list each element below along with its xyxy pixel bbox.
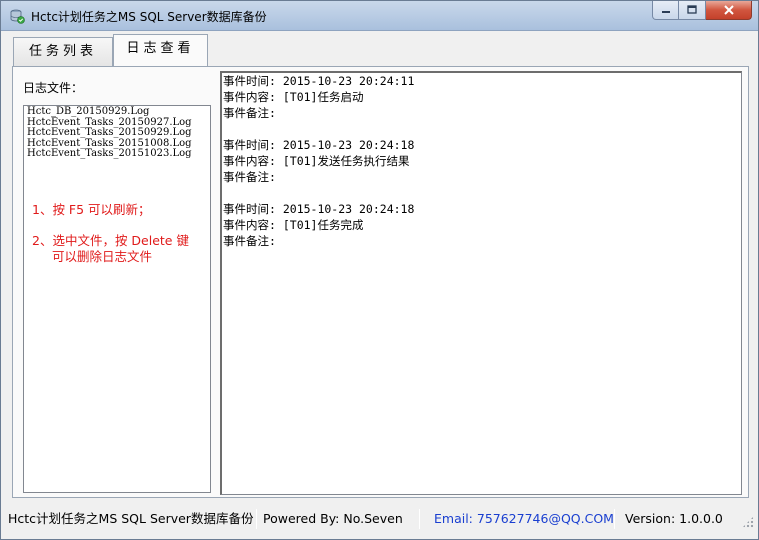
list-item[interactable]: Hctc_DB_20150929.Log: [27, 106, 207, 118]
status-app-name: Hctc计划任务之MS SQL Server数据库备份: [8, 511, 254, 526]
log-entry: 事件时间: 2015-10-23 20:24:18 事件内容: [T01]发送任…: [223, 137, 741, 185]
tab-log-view[interactable]: 日志查看: [113, 34, 208, 66]
hint-delete-cont: 可以删除日志文件: [52, 249, 153, 264]
log-view-panel: 日志文件： Hctc_DB_20150929.Log HctcEvent_Tas…: [12, 66, 749, 498]
event-note: 事件备注:: [223, 170, 276, 184]
event-content: 事件内容: [T01]任务启动: [223, 90, 364, 104]
close-icon: [723, 5, 734, 15]
status-email-link[interactable]: Email: 757627746@QQ.COM: [420, 509, 614, 529]
event-time: 事件时间: 2015-10-23 20:24:18: [223, 202, 415, 216]
log-entry: 事件时间: 2015-10-23 20:24:18 事件内容: [T01]任务完…: [223, 201, 741, 249]
status-bar: Hctc计划任务之MS SQL Server数据库备份 Powered By: …: [2, 506, 757, 532]
window-title: Hctc计划任务之MS SQL Server数据库备份: [31, 10, 267, 24]
list-item[interactable]: HctcEvent_Tasks_20151023.Log: [27, 148, 207, 160]
log-files-label: 日志文件：: [23, 81, 84, 95]
event-note: 事件备注:: [223, 106, 276, 120]
event-content: 事件内容: [T01]发送任务执行结果: [223, 154, 410, 168]
tab-task-list[interactable]: 任务列表: [13, 37, 113, 67]
minimize-icon: [661, 11, 670, 13]
log-file-list[interactable]: Hctc_DB_20150929.Log HctcEvent_Tasks_201…: [23, 105, 211, 493]
event-content: 事件内容: [T01]任务完成: [223, 218, 364, 232]
hint-refresh: 1、按 F5 可以刷新；: [32, 202, 151, 217]
maximize-button[interactable]: [679, 1, 706, 20]
log-content-view[interactable]: 事件时间: 2015-10-23 20:24:11 事件内容: [T01]任务启…: [220, 71, 742, 495]
maximize-icon: [687, 5, 697, 14]
minimize-button[interactable]: [652, 1, 679, 20]
title-bar[interactable]: Hctc计划任务之MS SQL Server数据库备份: [1, 1, 758, 31]
status-powered-by: Powered By: No.Seven: [263, 511, 403, 526]
event-note: 事件备注:: [223, 234, 276, 248]
window-controls: [652, 1, 752, 21]
app-window: Hctc计划任务之MS SQL Server数据库备份 任务列表 日志查看 日志…: [0, 0, 759, 540]
status-version: Version: 1.0.0.0: [625, 511, 723, 526]
log-entry: 事件时间: 2015-10-23 20:24:11 事件内容: [T01]任务启…: [223, 73, 741, 121]
event-time: 事件时间: 2015-10-23 20:24:11: [223, 74, 415, 88]
database-backup-icon[interactable]: [9, 8, 25, 24]
close-button[interactable]: [706, 1, 752, 20]
event-time: 事件时间: 2015-10-23 20:24:18: [223, 138, 415, 152]
list-item[interactable]: HctcEvent_Tasks_20150929.Log: [27, 127, 207, 139]
